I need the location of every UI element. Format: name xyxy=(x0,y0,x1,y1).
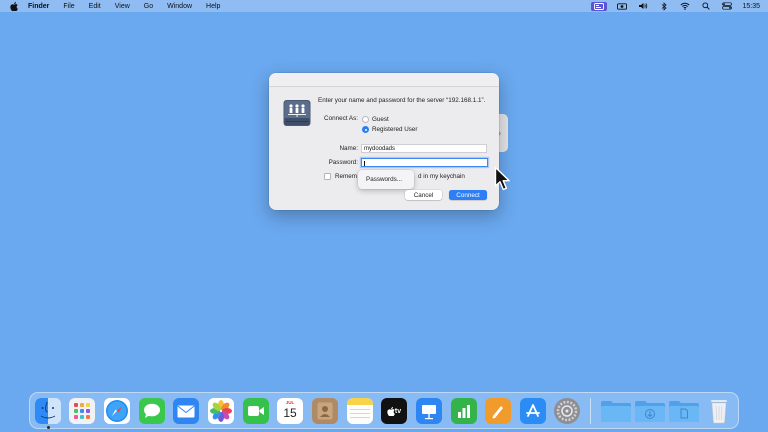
numbers-icon[interactable] xyxy=(451,398,477,424)
remember-checkbox[interactable] xyxy=(324,173,331,180)
camera-icon[interactable] xyxy=(616,2,628,11)
passwords-menu-item[interactable]: Passwords... xyxy=(366,176,402,183)
finder-running-indicator xyxy=(46,426,50,429)
documents-folder-icon[interactable] xyxy=(668,398,700,424)
calendar-month: JUL xyxy=(285,400,295,405)
password-field[interactable] xyxy=(361,158,488,167)
contacts-icon[interactable] xyxy=(312,398,338,424)
downloads-folder-icon[interactable] xyxy=(634,398,666,424)
server-login-dialog: Enter your name and password for the ser… xyxy=(269,73,499,210)
name-label: Name: xyxy=(339,145,358,152)
control-center-icon[interactable] xyxy=(721,2,733,11)
mouse-cursor-icon xyxy=(494,166,510,191)
tv-icon[interactable]: tv xyxy=(381,398,407,424)
guest-label[interactable]: Guest xyxy=(372,116,389,123)
launchpad-icon[interactable] xyxy=(69,398,95,424)
messages-icon[interactable] xyxy=(139,398,165,424)
mail-icon[interactable] xyxy=(173,398,199,424)
menu-file[interactable]: File xyxy=(56,3,81,10)
calendar-icon[interactable]: JUL 15 xyxy=(277,398,303,424)
menu-window[interactable]: Window xyxy=(160,3,199,10)
name-field[interactable]: mydoodads xyxy=(361,144,487,153)
screen-mirror-icon[interactable] xyxy=(591,1,608,11)
facetime-icon[interactable] xyxy=(243,398,269,424)
remember-label-start[interactable]: Remem xyxy=(335,173,357,180)
connect-button[interactable]: Connect xyxy=(449,190,487,200)
registered-user-label[interactable]: Registered User xyxy=(372,126,418,133)
menubar-clock[interactable]: 15:35 xyxy=(742,3,760,10)
volume-icon[interactable] xyxy=(637,2,649,11)
registered-user-radio[interactable] xyxy=(362,126,369,133)
dialog-titlebar[interactable] xyxy=(269,73,499,87)
trash-icon[interactable] xyxy=(707,398,731,424)
apple-logo-icon xyxy=(387,406,395,416)
photos-icon[interactable] xyxy=(208,398,234,424)
passwords-autofill-popover[interactable]: Passwords... xyxy=(358,170,414,189)
notes-icon[interactable] xyxy=(347,398,373,424)
applications-folder-icon[interactable] xyxy=(600,398,632,424)
safari-icon[interactable] xyxy=(104,398,130,424)
text-caret xyxy=(364,160,365,166)
server-icon xyxy=(283,100,311,126)
bluetooth-icon[interactable] xyxy=(658,1,670,11)
connect-as-label: Connect As: xyxy=(324,115,358,122)
menu-go[interactable]: Go xyxy=(137,3,160,10)
guest-radio[interactable] xyxy=(362,116,369,123)
dock-divider xyxy=(590,398,591,424)
menu-bar: Finder File Edit View Go Window Help 15:… xyxy=(0,0,768,12)
menu-app-name[interactable]: Finder xyxy=(24,3,56,10)
menu-help[interactable]: Help xyxy=(199,3,227,10)
remember-label-end[interactable]: d in my keychain xyxy=(418,173,465,180)
app-store-icon[interactable] xyxy=(520,398,546,424)
apple-menu-icon[interactable] xyxy=(10,1,24,11)
pages-icon[interactable] xyxy=(485,398,511,424)
cancel-button[interactable]: Cancel xyxy=(405,190,442,200)
system-settings-icon[interactable] xyxy=(554,398,580,424)
tv-label: tv xyxy=(394,407,402,415)
calendar-day: 15 xyxy=(283,406,297,420)
finder-icon[interactable] xyxy=(35,398,61,424)
menu-view[interactable]: View xyxy=(108,3,137,10)
menu-edit[interactable]: Edit xyxy=(82,3,108,10)
wifi-icon[interactable] xyxy=(679,2,691,11)
keynote-icon[interactable] xyxy=(416,398,442,424)
password-label: Password: xyxy=(328,159,358,166)
search-icon[interactable] xyxy=(700,2,712,11)
dialog-prompt: Enter your name and password for the ser… xyxy=(318,97,486,104)
